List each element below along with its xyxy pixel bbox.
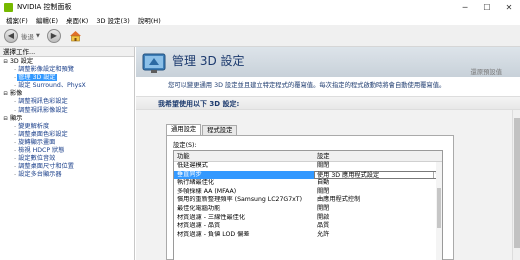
dropdown-value: 使用 3D 應用程式設定 bbox=[317, 171, 380, 179]
list-row[interactable]: 材質過濾 - 品質 品質 bbox=[174, 222, 442, 231]
back-button[interactable]: ◀ 後退 ▼ bbox=[4, 28, 40, 43]
maximize-button[interactable]: ☐ bbox=[476, 0, 498, 14]
close-button[interactable]: ✕ bbox=[498, 0, 520, 14]
tree-item-label: 調整視訊色彩設定 bbox=[18, 98, 68, 106]
tree-item[interactable]: - 調整桌面色彩設定 bbox=[0, 131, 134, 139]
tree-item[interactable]: - 調整影像設定和預覽 bbox=[0, 66, 134, 74]
list-row[interactable]: 材質過濾 - 負値 LOD 偏差 允許 bbox=[174, 231, 442, 240]
tree-item-label: 變更解析度 bbox=[18, 122, 50, 130]
back-arrow-icon: ◀ bbox=[4, 28, 18, 43]
setting-dropdown[interactable]: 使用 3D 應用程式設定 ▼ bbox=[314, 170, 442, 180]
tab-program-settings[interactable]: 程式設定 bbox=[202, 125, 238, 135]
tree-item-label: 調整桌面色彩設定 bbox=[18, 130, 68, 138]
tree-item-label: 設定數位音效 bbox=[18, 155, 56, 163]
tree-item-label: 管理 3D 設定 bbox=[17, 74, 57, 82]
tree-item[interactable]: - 旋轉顯示畫面 bbox=[0, 139, 134, 147]
minimize-button[interactable]: ─ bbox=[454, 0, 476, 14]
list-row[interactable]: 慣用的重新整理頻率 (Samsung LC27G7xT) 由應用程式控制 bbox=[174, 196, 442, 205]
menu-help[interactable]: 說明(H) bbox=[134, 15, 165, 25]
tree-item[interactable]: - 調整視訊色彩設定 bbox=[0, 98, 134, 106]
task-panel: 選擇工作... ⊟ 3D 設定 - 調整影像設定和預覽 - 管理 3D 設定 - 設定… bbox=[0, 47, 135, 260]
task-header: 選擇工作... bbox=[0, 47, 134, 57]
content-scrollbar-thumb[interactable] bbox=[514, 118, 520, 248]
list-scrollbar[interactable] bbox=[436, 162, 442, 260]
settings-tabs: 通用設定 程式設定 bbox=[166, 124, 238, 135]
section-body: 通用設定 程式設定 設定(S): 功能 設定 低延遲模式 關閉 垂直同步 使用 … bbox=[136, 110, 520, 260]
content-scrollbar[interactable] bbox=[512, 110, 520, 260]
list-row[interactable]: 材質過濾 - 三線性最佳化 開啟 bbox=[174, 214, 442, 223]
list-header: 功能 設定 bbox=[174, 151, 442, 162]
back-label: 後退 bbox=[21, 32, 34, 41]
tree-item-label: 設定 Surround、PhysX bbox=[18, 82, 86, 90]
3d-settings-icon bbox=[142, 53, 166, 73]
tree-item[interactable]: - 設定多台顯示器 bbox=[0, 171, 134, 179]
tree-item-label: 旋轉顯示畫面 bbox=[18, 138, 56, 146]
tree-category-display[interactable]: ⊟ 顯示 bbox=[0, 115, 134, 123]
home-icon bbox=[70, 30, 82, 41]
list-row[interactable]: 最佳化電腦功能 開閉 bbox=[174, 205, 442, 214]
collapse-icon[interactable]: ⊟ bbox=[3, 90, 8, 98]
menu-file[interactable]: 檔案(F) bbox=[2, 15, 32, 25]
tree-item-label: 檢視 HDCP 狀態 bbox=[18, 147, 65, 155]
tree-item-label: 調整桌面尺寸和位置 bbox=[18, 163, 74, 171]
list-row[interactable]: 低延遲模式 關閉 bbox=[174, 162, 442, 171]
tab-global-settings[interactable]: 通用設定 bbox=[166, 124, 202, 135]
title-bar: NVIDIA 控制面板 ─ ☐ ✕ bbox=[0, 0, 520, 14]
page-description: 您可以變更通用 3D 設定並且建立特定程式的覆寫值。每次指定的程式啟動時將會自動… bbox=[168, 82, 446, 89]
tree-item-label: 設定多台顯示器 bbox=[18, 171, 62, 179]
chevron-down-icon[interactable]: ▼ bbox=[36, 33, 40, 39]
settings-label: 設定(S): bbox=[173, 142, 197, 149]
tree-category-label: 3D 設定 bbox=[10, 58, 34, 65]
tab-panel: 設定(S): 功能 設定 低延遲模式 關閉 垂直同步 使用 3D 應用程式設定 … bbox=[166, 135, 454, 260]
tree-item[interactable]: - 變更解析度 bbox=[0, 123, 134, 131]
column-header-feature[interactable]: 功能 bbox=[174, 151, 314, 161]
menu-bar: 檔案(F) 編輯(E) 桌面(K) 3D 設定(3) 說明(H) bbox=[0, 14, 520, 25]
tree-item[interactable]: - 調整視訊影像設定 bbox=[0, 107, 134, 115]
home-button[interactable] bbox=[69, 29, 83, 43]
section-header: 我希望使用以下 3D 設定: bbox=[136, 96, 520, 110]
collapse-icon[interactable]: ⊟ bbox=[3, 115, 8, 123]
list-row-selected[interactable]: 垂直同步 使用 3D 應用程式設定 ▼ bbox=[174, 170, 442, 180]
list-row[interactable]: 多幀採樣 AA (MFAA) 關閉 bbox=[174, 188, 442, 197]
section-title: 我希望使用以下 3D 設定: bbox=[158, 100, 240, 108]
page-banner: 管理 3D 設定 還原預設值 bbox=[136, 47, 520, 77]
restore-defaults-link[interactable]: 還原預設值 bbox=[471, 67, 502, 76]
settings-list[interactable]: 功能 設定 低延遲模式 關閉 垂直同步 使用 3D 應用程式設定 ▼ bbox=[173, 150, 443, 260]
menu-3d-settings[interactable]: 3D 設定(3) bbox=[92, 15, 133, 25]
page-title: 管理 3D 設定 bbox=[172, 54, 245, 68]
menu-desktop[interactable]: 桌面(K) bbox=[62, 15, 92, 25]
window-title: NVIDIA 控制面板 bbox=[17, 3, 72, 11]
menu-edit[interactable]: 編輯(E) bbox=[32, 15, 62, 25]
task-tree: ⊟ 3D 設定 - 調整影像設定和預覽 - 管理 3D 設定 - 設定 Surroun… bbox=[0, 57, 134, 179]
content-pane: 管理 3D 設定 還原預設值 您可以變更通用 3D 設定並且建立特定程式的覆寫值… bbox=[136, 47, 520, 260]
nvidia-logo-icon bbox=[4, 2, 13, 12]
tree-item-label: 調整視訊影像設定 bbox=[18, 106, 68, 114]
tree-item[interactable]: - 檢視 HDCP 狀態 bbox=[0, 147, 134, 155]
list-row[interactable]: 執行緒最佳化 自動 bbox=[174, 179, 442, 188]
list-scrollbar-thumb[interactable] bbox=[437, 188, 441, 228]
collapse-icon[interactable]: ⊟ bbox=[3, 58, 8, 66]
tree-item[interactable]: - 設定數位音效 bbox=[0, 155, 134, 163]
toolbar: ◀ 後退 ▼ ▶ bbox=[0, 25, 520, 47]
tree-category-label: 顯示 bbox=[10, 114, 23, 122]
forward-button[interactable]: ▶ bbox=[46, 28, 61, 43]
column-header-setting[interactable]: 設定 bbox=[314, 151, 330, 161]
tree-category-3d[interactable]: ⊟ 3D 設定 bbox=[0, 58, 134, 66]
tree-item-label: 調整影像設定和預覽 bbox=[18, 66, 74, 74]
